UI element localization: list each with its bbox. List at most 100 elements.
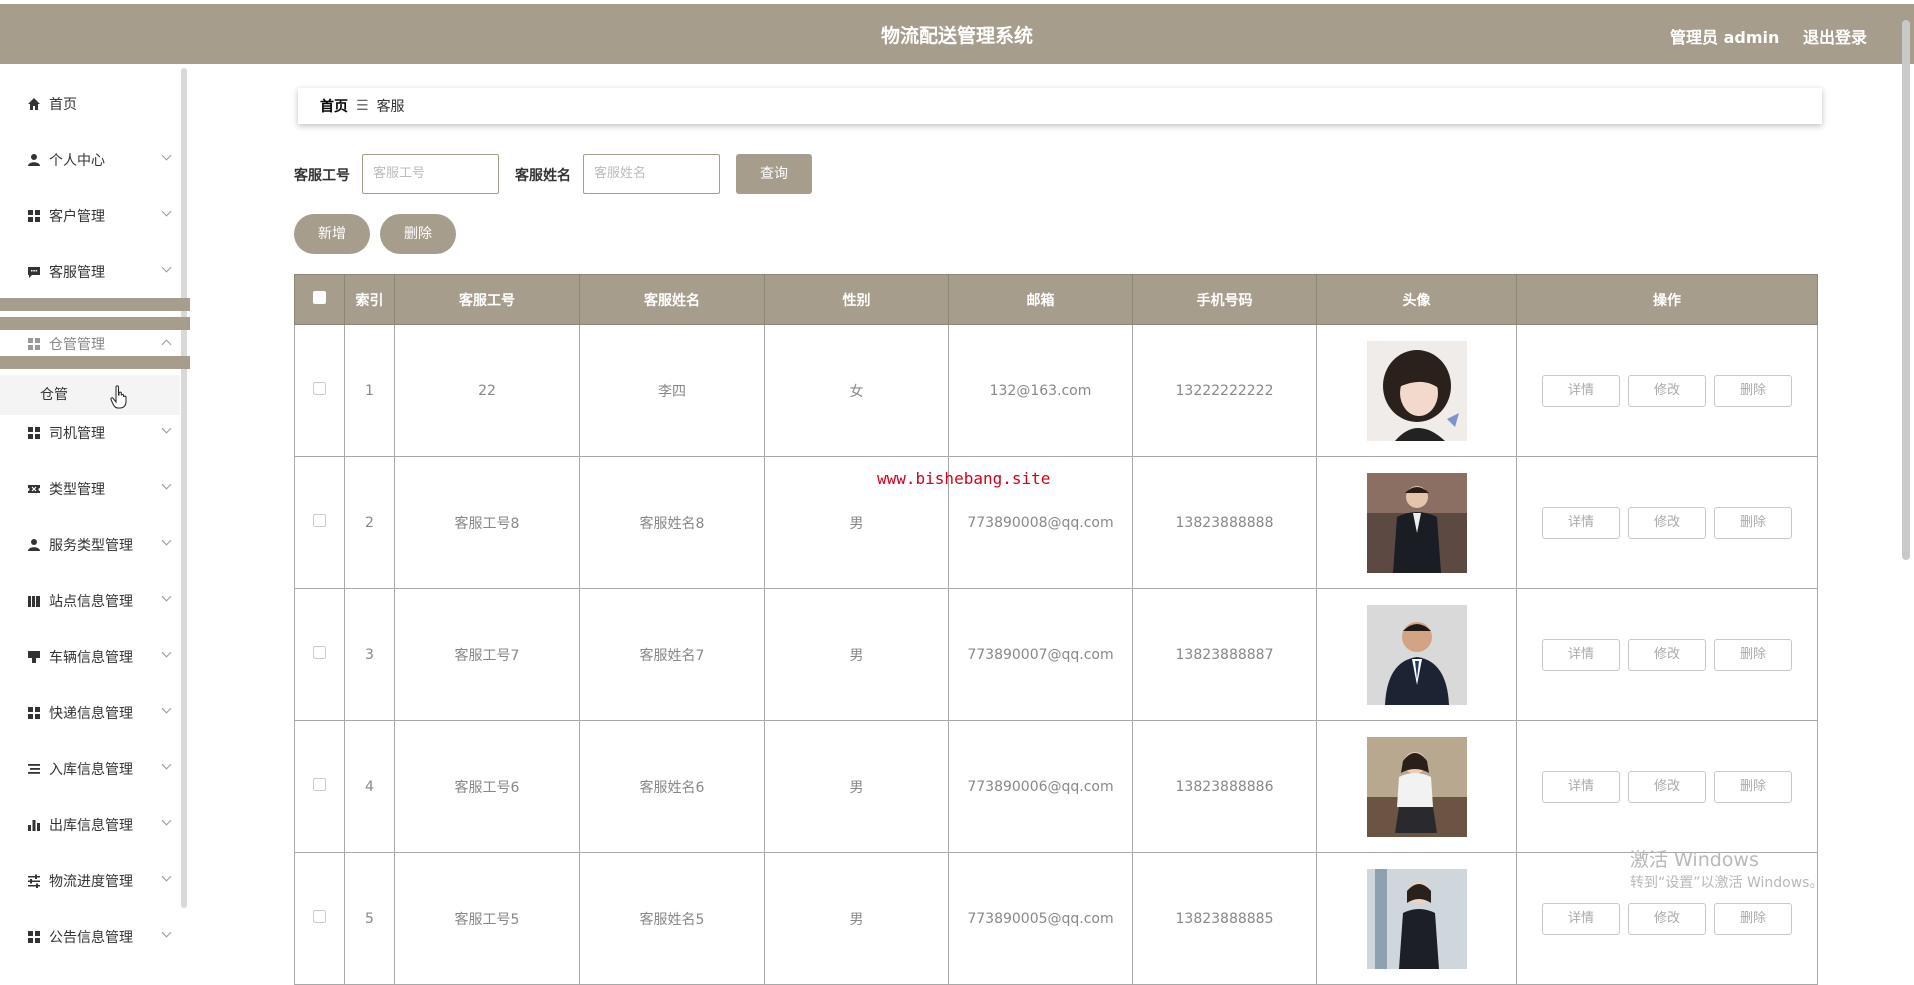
detail-button[interactable]: 详情 (1542, 902, 1620, 935)
breadcrumb-home[interactable]: 首页 (320, 96, 348, 116)
edit-button[interactable]: 修改 (1628, 506, 1706, 539)
query-button[interactable]: 查询 (736, 154, 812, 194)
detail-button[interactable]: 详情 (1542, 506, 1620, 539)
sidebar-item-vehicles[interactable]: 车辆信息管理 (0, 629, 180, 685)
logout-button[interactable]: 退出登录 (1803, 24, 1867, 48)
cell-gender: 男 (764, 852, 949, 985)
delete-button[interactable]: 删除 (1714, 638, 1792, 671)
detail-button[interactable]: 详情 (1542, 770, 1620, 803)
cell-index: 1 (344, 324, 395, 457)
row-checkbox[interactable] (313, 646, 326, 659)
grid-icon (27, 426, 41, 440)
home-icon (27, 97, 41, 111)
chevron-down-icon (161, 759, 172, 770)
delete-button[interactable]: 删除 (1714, 770, 1792, 803)
edit-button[interactable]: 修改 (1628, 770, 1706, 803)
sidebar-item-profile[interactable]: 个人中心 (0, 132, 180, 188)
site-watermark: www.bishebang.site (877, 469, 1051, 488)
chevron-down-icon (161, 927, 172, 938)
cell-name: 客服姓名7 (579, 588, 765, 721)
page-scrollbar[interactable] (1902, 20, 1910, 560)
header-email: 邮箱 (948, 274, 1133, 325)
row-checkbox[interactable] (313, 778, 326, 791)
sidebar-item-express[interactable]: 快递信息管理 (0, 685, 180, 741)
sidebar-item-outbound[interactable]: 出库信息管理 (0, 797, 180, 853)
sidebar-item-notices[interactable]: 公告信息管理 (0, 909, 180, 965)
edit-button[interactable]: 修改 (1628, 902, 1706, 935)
avatar (1366, 736, 1467, 837)
sidebar-item-label: 司机管理 (49, 426, 105, 442)
cell-phone: 13823888888 (1132, 456, 1317, 589)
detail-button[interactable]: 详情 (1542, 638, 1620, 671)
cell-id: 客服工号5 (394, 852, 580, 985)
row-checkbox[interactable] (313, 382, 326, 395)
sidebar-scrollbar[interactable] (181, 68, 187, 908)
select-all-checkbox[interactable] (313, 291, 326, 304)
sidebar-item-label: 仓管管理 (49, 337, 105, 353)
sidebar-item-drivers[interactable]: 司机管理 (0, 405, 180, 461)
cell-id: 客服工号6 (394, 720, 580, 853)
sidebar-item-progress[interactable]: 物流进度管理 (0, 853, 180, 909)
edit-button[interactable]: 修改 (1628, 374, 1706, 407)
app-title: 物流配送管理系统 (880, 25, 1033, 47)
grid-icon (27, 209, 41, 223)
cell-email: 132@163.com (948, 324, 1133, 457)
row-checkbox[interactable] (313, 910, 326, 923)
sidebar-item-home[interactable]: 首页 (0, 76, 180, 132)
user-icon (27, 153, 41, 167)
delete-button[interactable]: 删除 (1714, 902, 1792, 935)
sidebar-item-service-types[interactable]: 服务类型管理 (0, 517, 180, 573)
sidebar-item-label: 站点信息管理 (49, 594, 133, 610)
delete-button[interactable]: 删除 (1714, 506, 1792, 539)
detail-button[interactable]: 详情 (1542, 374, 1620, 407)
chevron-down-icon (161, 206, 172, 217)
sidebar-item-label: 客户管理 (49, 209, 105, 225)
breadcrumb-separator-icon: ☰ (356, 98, 369, 114)
sidebar: 首页 个人中心 客户管理 客服管理 仓管管理 仓管 司机管理 类型管理 服务类型… (0, 64, 190, 946)
sidebar-item-service[interactable]: 客服管理 (0, 244, 180, 300)
cell-index: 4 (344, 720, 395, 853)
top-bar: 物流配送管理系统 管理员 admin 退出登录 (0, 4, 1914, 64)
cell-actions: 详情 修改 删除 (1516, 720, 1818, 853)
windows-activation-title: 激活 Windows (1630, 849, 1759, 871)
chevron-down-icon (161, 871, 172, 882)
delete-button[interactable]: 删除 (1714, 374, 1792, 407)
header-phone: 手机号码 (1132, 274, 1317, 325)
cell-name: 客服姓名6 (579, 720, 765, 853)
ticket-icon (27, 482, 41, 496)
sidebar-item-stations[interactable]: 站点信息管理 (0, 573, 180, 629)
header-index: 索引 (344, 274, 395, 325)
row-checkbox[interactable] (313, 514, 326, 527)
header-id: 客服工号 (394, 274, 580, 325)
batch-delete-button[interactable]: 删除 (380, 214, 456, 254)
avatar (1366, 604, 1467, 705)
sidebar-item-inbound[interactable]: 入库信息管理 (0, 741, 180, 797)
avatar (1366, 472, 1467, 573)
chevron-down-icon (161, 150, 172, 161)
header-gender: 性别 (764, 274, 949, 325)
search-id-label: 客服工号 (294, 168, 350, 184)
sidebar-item-types[interactable]: 类型管理 (0, 461, 180, 517)
menu-highlight-bar (0, 356, 190, 369)
add-button[interactable]: 新增 (294, 214, 370, 254)
search-name-input[interactable]: 客服姓名 (583, 154, 720, 194)
sidebar-item-label: 类型管理 (49, 482, 105, 498)
sidebar-item-label: 客服管理 (49, 265, 105, 281)
cell-id: 客服工号8 (394, 456, 580, 589)
edit-button[interactable]: 修改 (1628, 638, 1706, 671)
chevron-down-icon (161, 262, 172, 273)
cell-email: 773890006@qq.com (948, 720, 1133, 853)
search-id-input[interactable]: 客服工号 (362, 154, 499, 194)
table-header-row: 索引 客服工号 客服姓名 性别 邮箱 手机号码 头像 操作 (294, 274, 1818, 325)
cell-gender: 男 (764, 720, 949, 853)
cell-gender: 女 (764, 324, 949, 457)
breadcrumb: 首页 ☰ 客服 (298, 88, 1822, 124)
avatar (1366, 340, 1467, 441)
search-name-label: 客服姓名 (515, 168, 571, 184)
sidebar-item-customers[interactable]: 客户管理 (0, 188, 180, 244)
sliders-icon (27, 874, 41, 888)
cell-actions: 详情 修改 删除 (1516, 456, 1818, 589)
select-all-cell (294, 274, 345, 325)
cell-email: 773890007@qq.com (948, 588, 1133, 721)
sidebar-item-label: 快递信息管理 (49, 706, 133, 722)
